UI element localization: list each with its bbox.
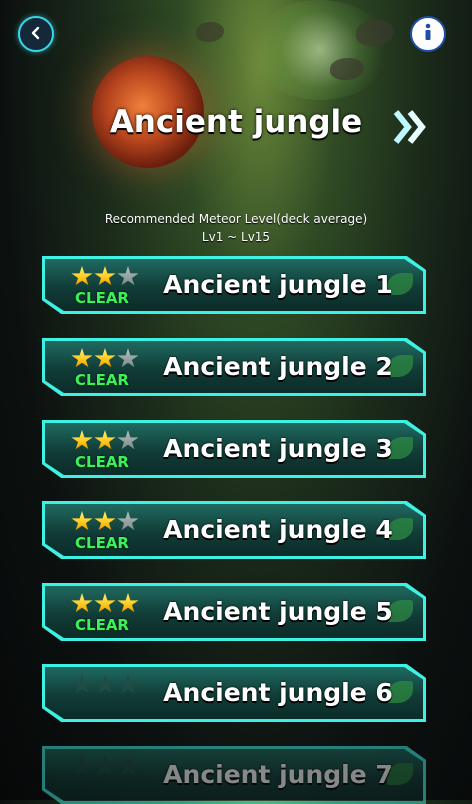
star-filled-icon [71, 266, 93, 286]
star-filled-icon [117, 593, 139, 613]
chevron-left-icon [29, 25, 43, 44]
star-rating [71, 511, 139, 532]
info-icon [420, 22, 436, 46]
star-empty-icon [94, 674, 116, 694]
clear-badge: CLEAR [75, 453, 129, 471]
clear-badge: CLEAR [75, 534, 129, 552]
star-filled-icon [71, 348, 93, 368]
stage-panel: Ancient jungle 7 [45, 749, 423, 801]
star-filled-icon [94, 348, 116, 368]
stage-panel: CLEAR Ancient jungle 1 [45, 259, 423, 311]
clear-badge: CLEAR [75, 371, 129, 389]
stage-panel: CLEAR Ancient jungle 4 [45, 504, 423, 556]
stage-button[interactable]: Ancient jungle 7 [42, 746, 426, 804]
stage-name: Ancient jungle 3 [163, 434, 393, 463]
star-empty-icon [71, 674, 93, 694]
stage-button[interactable]: CLEAR Ancient jungle 3 [42, 420, 426, 478]
stage-name: Ancient jungle 1 [163, 270, 393, 299]
star-rating [71, 348, 139, 369]
star-rating [71, 266, 139, 287]
stage-button[interactable]: CLEAR Ancient jungle 4 [42, 501, 426, 559]
stage-name: Ancient jungle 6 [163, 678, 393, 707]
recommended-level-range: Lv1 ~ Lv15 [201, 230, 271, 244]
stage-button[interactable]: CLEAR Ancient jungle 5 [42, 583, 426, 641]
star-filled-icon [94, 430, 116, 450]
stage-button[interactable]: Ancient jungle 6 [42, 664, 426, 722]
background-glow [250, 0, 390, 100]
star-empty-icon [117, 511, 139, 531]
star-empty-icon [117, 756, 139, 776]
clear-badge: CLEAR [75, 616, 129, 634]
star-empty-icon [117, 266, 139, 286]
next-area-button[interactable] [392, 108, 432, 146]
star-rating [71, 756, 139, 777]
star-filled-icon [94, 593, 116, 613]
recommended-level-label: Recommended Meteor Level(deck average) [104, 212, 368, 226]
star-empty-icon [71, 756, 93, 776]
stage-panel: Ancient jungle 6 [45, 667, 423, 719]
star-empty-icon [94, 756, 116, 776]
rock-decoration [196, 22, 224, 42]
stage-panel: CLEAR Ancient jungle 3 [45, 423, 423, 475]
star-rating [71, 430, 139, 451]
stage-panel: CLEAR Ancient jungle 2 [45, 341, 423, 393]
star-empty-icon [117, 348, 139, 368]
stage-name: Ancient jungle 5 [163, 597, 393, 626]
info-button[interactable] [410, 16, 446, 52]
stage-name: Ancient jungle 2 [163, 352, 393, 381]
star-rating [71, 674, 139, 695]
star-filled-icon [94, 511, 116, 531]
star-empty-icon [117, 674, 139, 694]
clear-badge: CLEAR [75, 289, 129, 307]
star-filled-icon [94, 266, 116, 286]
star-filled-icon [71, 593, 93, 613]
stage-button[interactable]: CLEAR Ancient jungle 2 [42, 338, 426, 396]
stage-name: Ancient jungle 4 [163, 515, 393, 544]
back-button[interactable] [18, 16, 54, 52]
star-filled-icon [71, 511, 93, 531]
stage-name: Ancient jungle 7 [163, 760, 393, 789]
star-rating [71, 593, 139, 614]
star-empty-icon [117, 430, 139, 450]
stage-panel: CLEAR Ancient jungle 5 [45, 586, 423, 638]
stage-button[interactable]: CLEAR Ancient jungle 1 [42, 256, 426, 314]
star-filled-icon [71, 430, 93, 450]
double-chevron-right-icon [392, 110, 432, 150]
